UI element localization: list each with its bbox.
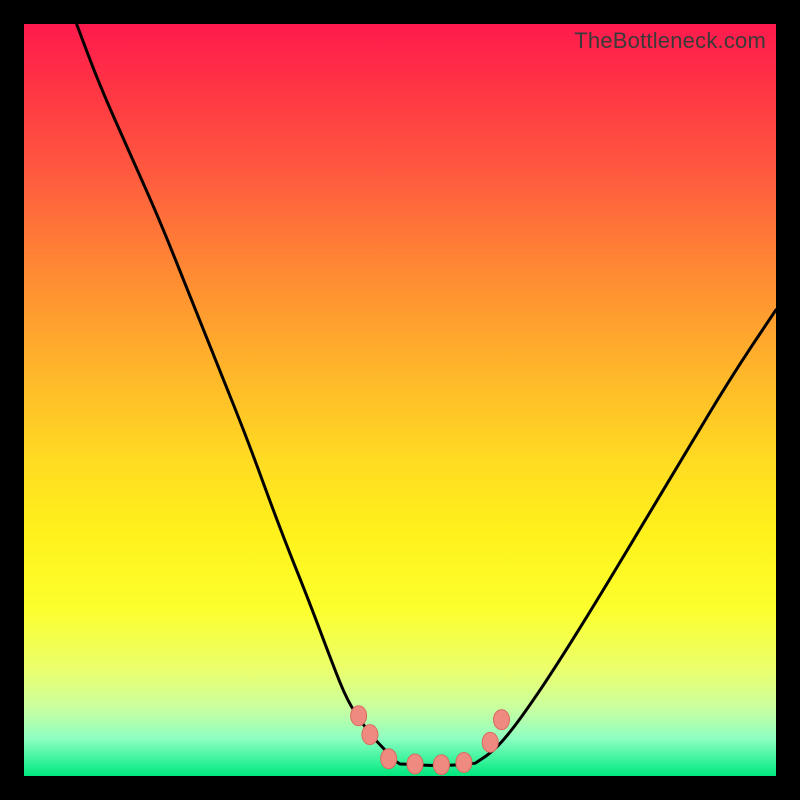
chart-svg [24, 24, 776, 776]
marker-dot [351, 706, 367, 726]
marker-dot [433, 755, 449, 775]
bottleneck-curve-path [77, 24, 776, 766]
outer-frame: TheBottleneck.com [0, 0, 800, 800]
marker-dot [407, 754, 423, 774]
marker-dot [362, 725, 378, 745]
marker-dot [456, 753, 472, 773]
marker-dot [482, 732, 498, 752]
plot-area: TheBottleneck.com [24, 24, 776, 776]
marker-dot [381, 749, 397, 769]
marker-dot [494, 710, 510, 730]
